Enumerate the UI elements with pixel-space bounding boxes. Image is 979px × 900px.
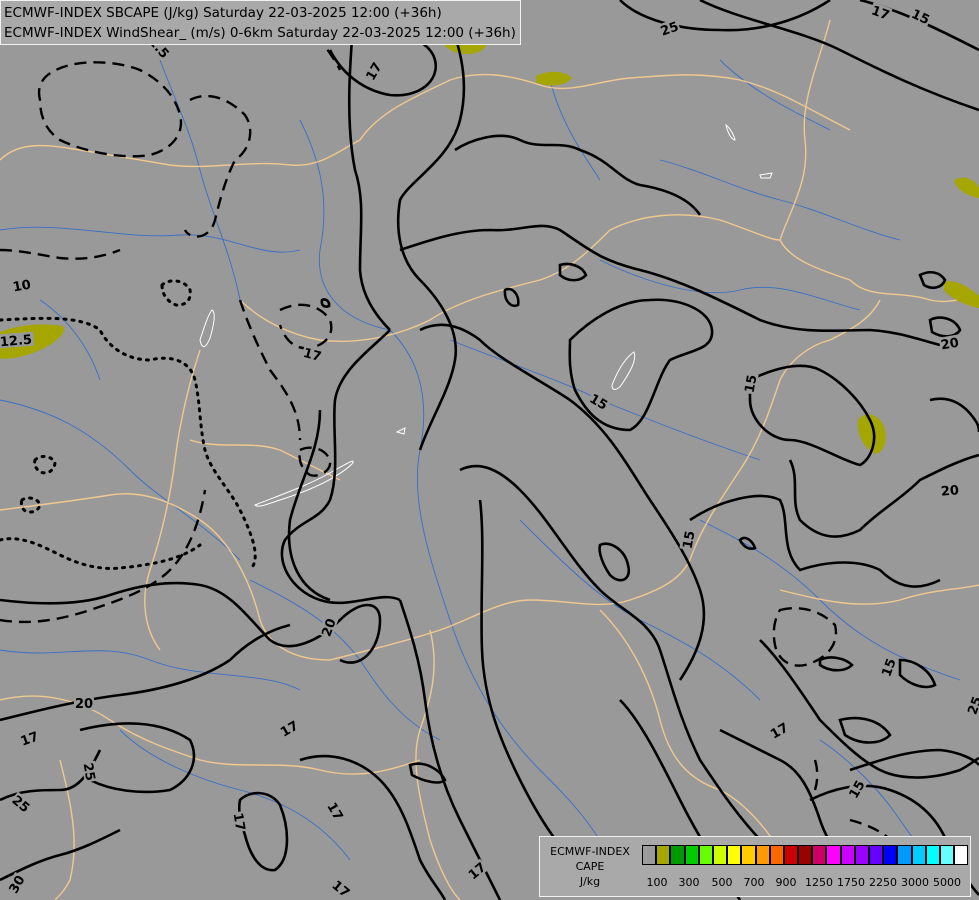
map-background [0, 0, 979, 900]
legend-tick: 900 [775, 876, 797, 889]
legend-tick: 300 [678, 876, 700, 889]
legend-swatch [911, 845, 926, 865]
legend-swatch [812, 845, 827, 865]
legend-swatch [954, 845, 969, 865]
legend-swatch [783, 845, 799, 865]
legend-tick: 1250 [805, 876, 833, 889]
legend-swatch [698, 845, 713, 865]
legend-swatch [939, 845, 955, 865]
legend-tick-labels: 100 300 500 700 900 1250 1750 2250 3000 5000 [642, 876, 968, 890]
legend-swatch [712, 845, 728, 865]
cape-legend: ECMWF-INDEX CAPE J/kg 100 300 500 700 900 125… [539, 836, 971, 897]
contour-label: 12.5 [0, 333, 33, 351]
legend-swatch [826, 845, 841, 865]
contour-label: 20 [940, 336, 960, 354]
contour-label: 10 [12, 278, 32, 296]
legend-swatch [840, 845, 855, 865]
legend-title: ECMWF-INDEX CAPE J/kg [542, 844, 638, 889]
legend-swatch [656, 845, 671, 865]
legend-tick: 5000 [933, 876, 961, 889]
legend-swatch [869, 845, 884, 865]
legend-tick: 3000 [901, 876, 929, 889]
legend-tick: 1750 [837, 876, 865, 889]
legend-tick: 2250 [869, 876, 897, 889]
map-title-windshear: ECMWF-INDEX WindShear_ (m/s) 0-6km Satur… [4, 25, 516, 41]
legend-swatch [769, 845, 784, 865]
map-title-box: ECMWF-INDEX SBCAPE (J/kg) Saturday 22-03… [0, 0, 521, 45]
legend-variable: CAPE [575, 860, 605, 873]
legend-tick: 700 [743, 876, 765, 889]
legend-tick: 100 [646, 876, 668, 889]
legend-swatch [684, 845, 699, 865]
legend-swatch [755, 845, 770, 865]
legend-swatch [741, 845, 756, 865]
legend-swatch [642, 845, 657, 865]
map-title-cape: ECMWF-INDEX SBCAPE (J/kg) Saturday 22-03… [4, 5, 442, 21]
legend-swatch [897, 845, 912, 865]
legend-swatch [883, 845, 898, 865]
weather-map-panel: 202517151712.51012.517201515201517152025… [0, 0, 979, 900]
legend-swatch [854, 845, 869, 865]
legend-swatch [925, 845, 940, 865]
legend-color-scale [642, 845, 969, 865]
contour-label: 20 [75, 697, 93, 712]
legend-swatch [798, 845, 813, 865]
cape-windshear-map: 202517151712.51012.517201515201517152025… [0, 0, 979, 900]
contour-label: 25 [80, 762, 98, 782]
legend-model: ECMWF-INDEX [550, 845, 630, 858]
legend-swatch [727, 845, 742, 865]
legend-swatch [670, 845, 685, 865]
contour-label: 20 [940, 483, 959, 500]
contour-label: 15 [681, 530, 699, 550]
contour-label: 15 [743, 374, 761, 394]
contour-label: 17 [230, 812, 248, 832]
legend-tick: 500 [711, 876, 733, 889]
legend-unit: J/kg [579, 875, 601, 888]
